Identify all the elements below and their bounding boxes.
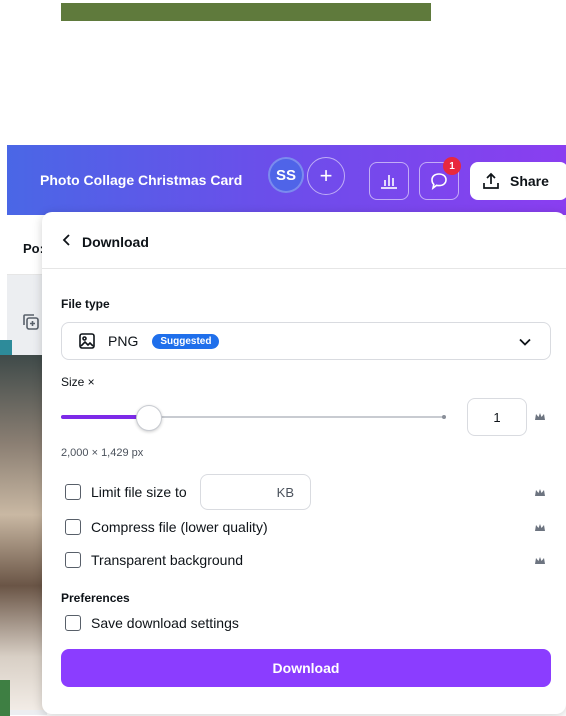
transparent-background-checkbox[interactable] xyxy=(65,552,81,568)
file-type-value: PNG xyxy=(108,333,139,349)
preferences-label: Preferences xyxy=(61,591,130,605)
size-input[interactable]: 1 xyxy=(467,398,527,436)
crown-icon xyxy=(535,524,545,531)
save-settings-option[interactable]: Save download settings xyxy=(65,615,239,631)
share-label: Share xyxy=(510,173,549,189)
panel-header: Download xyxy=(42,212,566,269)
chevron-down-icon xyxy=(519,338,531,346)
upload-icon xyxy=(483,172,499,189)
compress-file-checkbox[interactable] xyxy=(65,519,81,535)
top-green-bar xyxy=(61,3,431,21)
crown-icon xyxy=(535,557,545,564)
insights-button[interactable] xyxy=(369,162,409,200)
editor-tab-text[interactable]: Po: xyxy=(23,241,44,256)
file-type-label: File type xyxy=(61,297,110,311)
limit-file-size-label: Limit file size to xyxy=(91,484,187,500)
file-type-select[interactable]: PNG Suggested xyxy=(61,322,551,360)
back-chevron-icon[interactable] xyxy=(62,233,72,247)
share-button[interactable]: Share xyxy=(470,162,566,200)
file-size-input[interactable]: KB xyxy=(200,474,311,510)
compress-file-label: Compress file (lower quality) xyxy=(91,519,268,535)
output-dimensions: 2,000 × 1,429 px xyxy=(61,447,144,459)
compress-file-option[interactable]: Compress file (lower quality) xyxy=(65,519,268,535)
crown-icon xyxy=(535,489,545,496)
comment-icon xyxy=(431,173,447,190)
design-title[interactable]: Photo Collage Christmas Card xyxy=(40,172,242,188)
canvas-green-edge xyxy=(0,680,10,716)
duplicate-page-icon[interactable] xyxy=(21,312,41,337)
save-settings-label: Save download settings xyxy=(91,615,239,631)
transparent-background-label: Transparent background xyxy=(91,552,244,568)
suggested-badge: Suggested xyxy=(152,333,220,349)
size-label: Size × xyxy=(61,375,95,389)
download-panel: Download File type PNG Suggested Size × … xyxy=(42,212,566,714)
notification-badge: 1 xyxy=(443,157,461,175)
app-header: Photo Collage Christmas Card SS + 1 Shar… xyxy=(7,145,566,215)
limit-file-size-checkbox[interactable] xyxy=(65,484,81,500)
bar-chart-icon xyxy=(381,175,397,189)
save-settings-checkbox[interactable] xyxy=(65,615,81,631)
limit-file-size-option[interactable]: Limit file size to xyxy=(65,484,187,500)
transparent-background-option[interactable]: Transparent background xyxy=(65,552,243,568)
size-slider-end xyxy=(442,415,446,419)
user-avatar[interactable]: SS xyxy=(268,157,304,193)
panel-title: Download xyxy=(82,234,149,250)
download-button[interactable]: Download xyxy=(61,649,551,687)
add-collaborator-button[interactable]: + xyxy=(307,157,345,195)
image-icon xyxy=(79,333,95,349)
crown-icon xyxy=(535,413,545,420)
canvas-photo xyxy=(0,355,46,710)
size-slider-handle[interactable] xyxy=(136,405,163,431)
